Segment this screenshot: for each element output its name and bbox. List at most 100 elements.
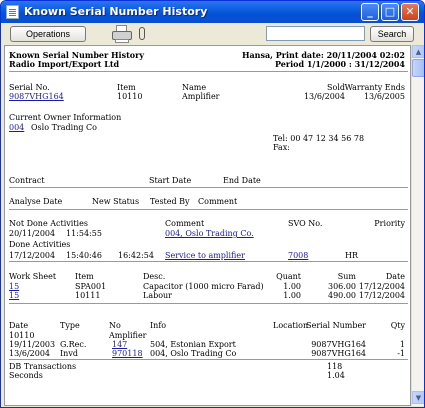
ws-row-worksheet-link[interactable]: 15: [9, 291, 19, 300]
analyse-divider: [9, 209, 408, 210]
search-input[interactable]: [266, 26, 365, 41]
seconds-label: Seconds: [9, 371, 43, 380]
svo-label: SVO No.: [288, 219, 323, 228]
tx-col-no: No: [109, 321, 121, 330]
title-bar: Known Serial Number History _ □ ✕: [1, 1, 424, 23]
col-serial-no: Serial No.: [9, 83, 50, 92]
report-document-icon: [6, 5, 19, 19]
tx-col-info: Info: [150, 321, 167, 330]
ws-row-worksheet-link[interactable]: 15: [9, 282, 19, 291]
ws-col-item: Item: [75, 272, 94, 281]
col-warranty: Warranty Ends: [344, 83, 405, 92]
svo-link[interactable]: 7008: [288, 251, 308, 260]
window-title: Known Serial Number History: [24, 5, 208, 18]
tx-row-serial: 9087VHG164: [311, 349, 366, 358]
company-name: Radio Import/Export Ltd: [9, 59, 120, 69]
ws-row-item: SPA001: [75, 282, 107, 291]
tx-row-number-link[interactable]: 970118: [112, 349, 143, 358]
tx-row-qty: 1: [399, 340, 405, 349]
owner-tel: Tel: 00 47 12 34 56 78: [273, 134, 365, 143]
sold-date: 13/6/2004: [303, 92, 345, 101]
seconds-value: 1.04: [327, 371, 345, 380]
ws-row-desc: Labour: [143, 291, 172, 300]
tx-row-date: 19/11/2003: [9, 340, 56, 349]
tx-col-serial: Serial Number: [306, 321, 366, 330]
activity-comment-label: Comment: [165, 219, 205, 228]
tx-row-qty: -1: [397, 349, 405, 358]
ws-row-quant: 1.00: [283, 282, 301, 291]
report-period: Period 1/1/2000 : 31/12/2004: [275, 59, 405, 69]
ws-row-date: 17/12/2004: [358, 291, 405, 300]
contract-divider: [9, 187, 408, 188]
owner-heading: Current Owner Information: [9, 113, 122, 122]
not-done-comment-link[interactable]: 004, Oslo Trading Co.: [165, 229, 254, 238]
db-transactions-value: 118: [327, 362, 343, 371]
col-sold: Sold: [327, 83, 345, 92]
not-done-date: 20/11/2004: [9, 229, 56, 238]
new-status-label: New Status: [92, 197, 140, 206]
scroll-up-icon[interactable]: ▲: [412, 45, 424, 58]
minimize-button[interactable]: _: [361, 3, 379, 21]
comment-label: Comment: [198, 197, 238, 206]
not-done-label: Not Done Activities: [9, 219, 88, 228]
report-window: Known Serial Number History _ □ ✕ Operat…: [0, 0, 425, 408]
col-item: Item: [117, 83, 136, 92]
tx-row-date: 13/6/2004: [9, 349, 51, 358]
contract-label: Contract: [9, 176, 45, 185]
search-button[interactable]: Search: [370, 26, 414, 42]
tx-row-info: 504, Estonian Export: [150, 340, 236, 349]
scroll-down-icon[interactable]: ▼: [412, 391, 424, 404]
ws-row-sum: 490.00: [328, 291, 356, 300]
tx-col-qty: Qty: [390, 321, 405, 330]
scroll-thumb[interactable]: [412, 59, 424, 77]
activities-divider: [9, 261, 408, 262]
ws-row-desc: Capacitor (1000 micro Farad): [143, 282, 264, 291]
ws-col-desc: Desc.: [143, 272, 166, 281]
tx-row-type: G.Rec.: [60, 340, 87, 349]
ws-row-date: 17/12/2004: [358, 282, 405, 291]
maximize-button[interactable]: □: [381, 3, 399, 21]
ws-col-date: Date: [385, 272, 405, 281]
ws-row-quant: 1.00: [283, 291, 301, 300]
done-comment-link[interactable]: Service to amplifier: [165, 251, 245, 260]
done-time-end: 16:42:54: [118, 251, 154, 260]
owner-fax: Fax:: [273, 143, 290, 152]
tx-row-number-link[interactable]: 147: [112, 340, 127, 349]
done-code: HR: [345, 251, 358, 260]
ws-col-quant: Quant: [276, 272, 301, 281]
close-button[interactable]: ✕: [401, 3, 419, 21]
done-date: 17/12/2004: [9, 251, 56, 260]
tx-col-location: Location: [273, 321, 309, 330]
operations-button[interactable]: Operations: [10, 26, 86, 42]
ws-row-sum: 306.00: [328, 282, 356, 291]
paperclip-icon[interactable]: [139, 27, 145, 40]
tx-col-type: Type: [60, 321, 80, 330]
not-done-time: 11:54:55: [66, 229, 102, 238]
db-transactions-label: DB Transactions: [9, 362, 77, 371]
serial-number-link[interactable]: 9087VHG164: [9, 92, 64, 101]
toolbar: Operations Search: [2, 23, 423, 45]
tested-by-label: Tested By: [150, 197, 190, 206]
tx-row-info: 004, Oslo Trading Co: [150, 349, 237, 358]
report-content: Known Serial Number History Radio Import…: [4, 45, 411, 406]
vertical-scrollbar[interactable]: ▲ ▼: [411, 45, 424, 406]
tx-row-type: Invd: [60, 349, 78, 358]
contract-start-label: Start Date: [149, 176, 192, 185]
tx-item-code: 10110: [9, 331, 35, 340]
ws-row-item: 10111: [75, 291, 101, 300]
serial-name: Amplifier: [182, 92, 220, 101]
ws-col-sum: Sum: [337, 272, 356, 281]
worksheet-divider: [9, 303, 408, 304]
col-name: Name: [182, 83, 207, 92]
printer-icon[interactable]: [110, 24, 134, 44]
tx-col-date: Date: [9, 321, 29, 330]
owner-code-link[interactable]: 004: [9, 123, 24, 132]
priority-label: Priority: [374, 219, 405, 228]
done-time-start: 15:40:46: [66, 251, 102, 260]
ws-col-worksheet: Work Sheet: [9, 272, 57, 281]
warranty-end-date: 13/6/2005: [363, 92, 405, 101]
done-label: Done Activities: [9, 240, 71, 249]
tx-item-name: Amplifier: [109, 331, 147, 340]
analyse-date-label: Analyse Date: [9, 197, 63, 206]
tx-row-serial: 9087VHG164: [311, 340, 366, 349]
